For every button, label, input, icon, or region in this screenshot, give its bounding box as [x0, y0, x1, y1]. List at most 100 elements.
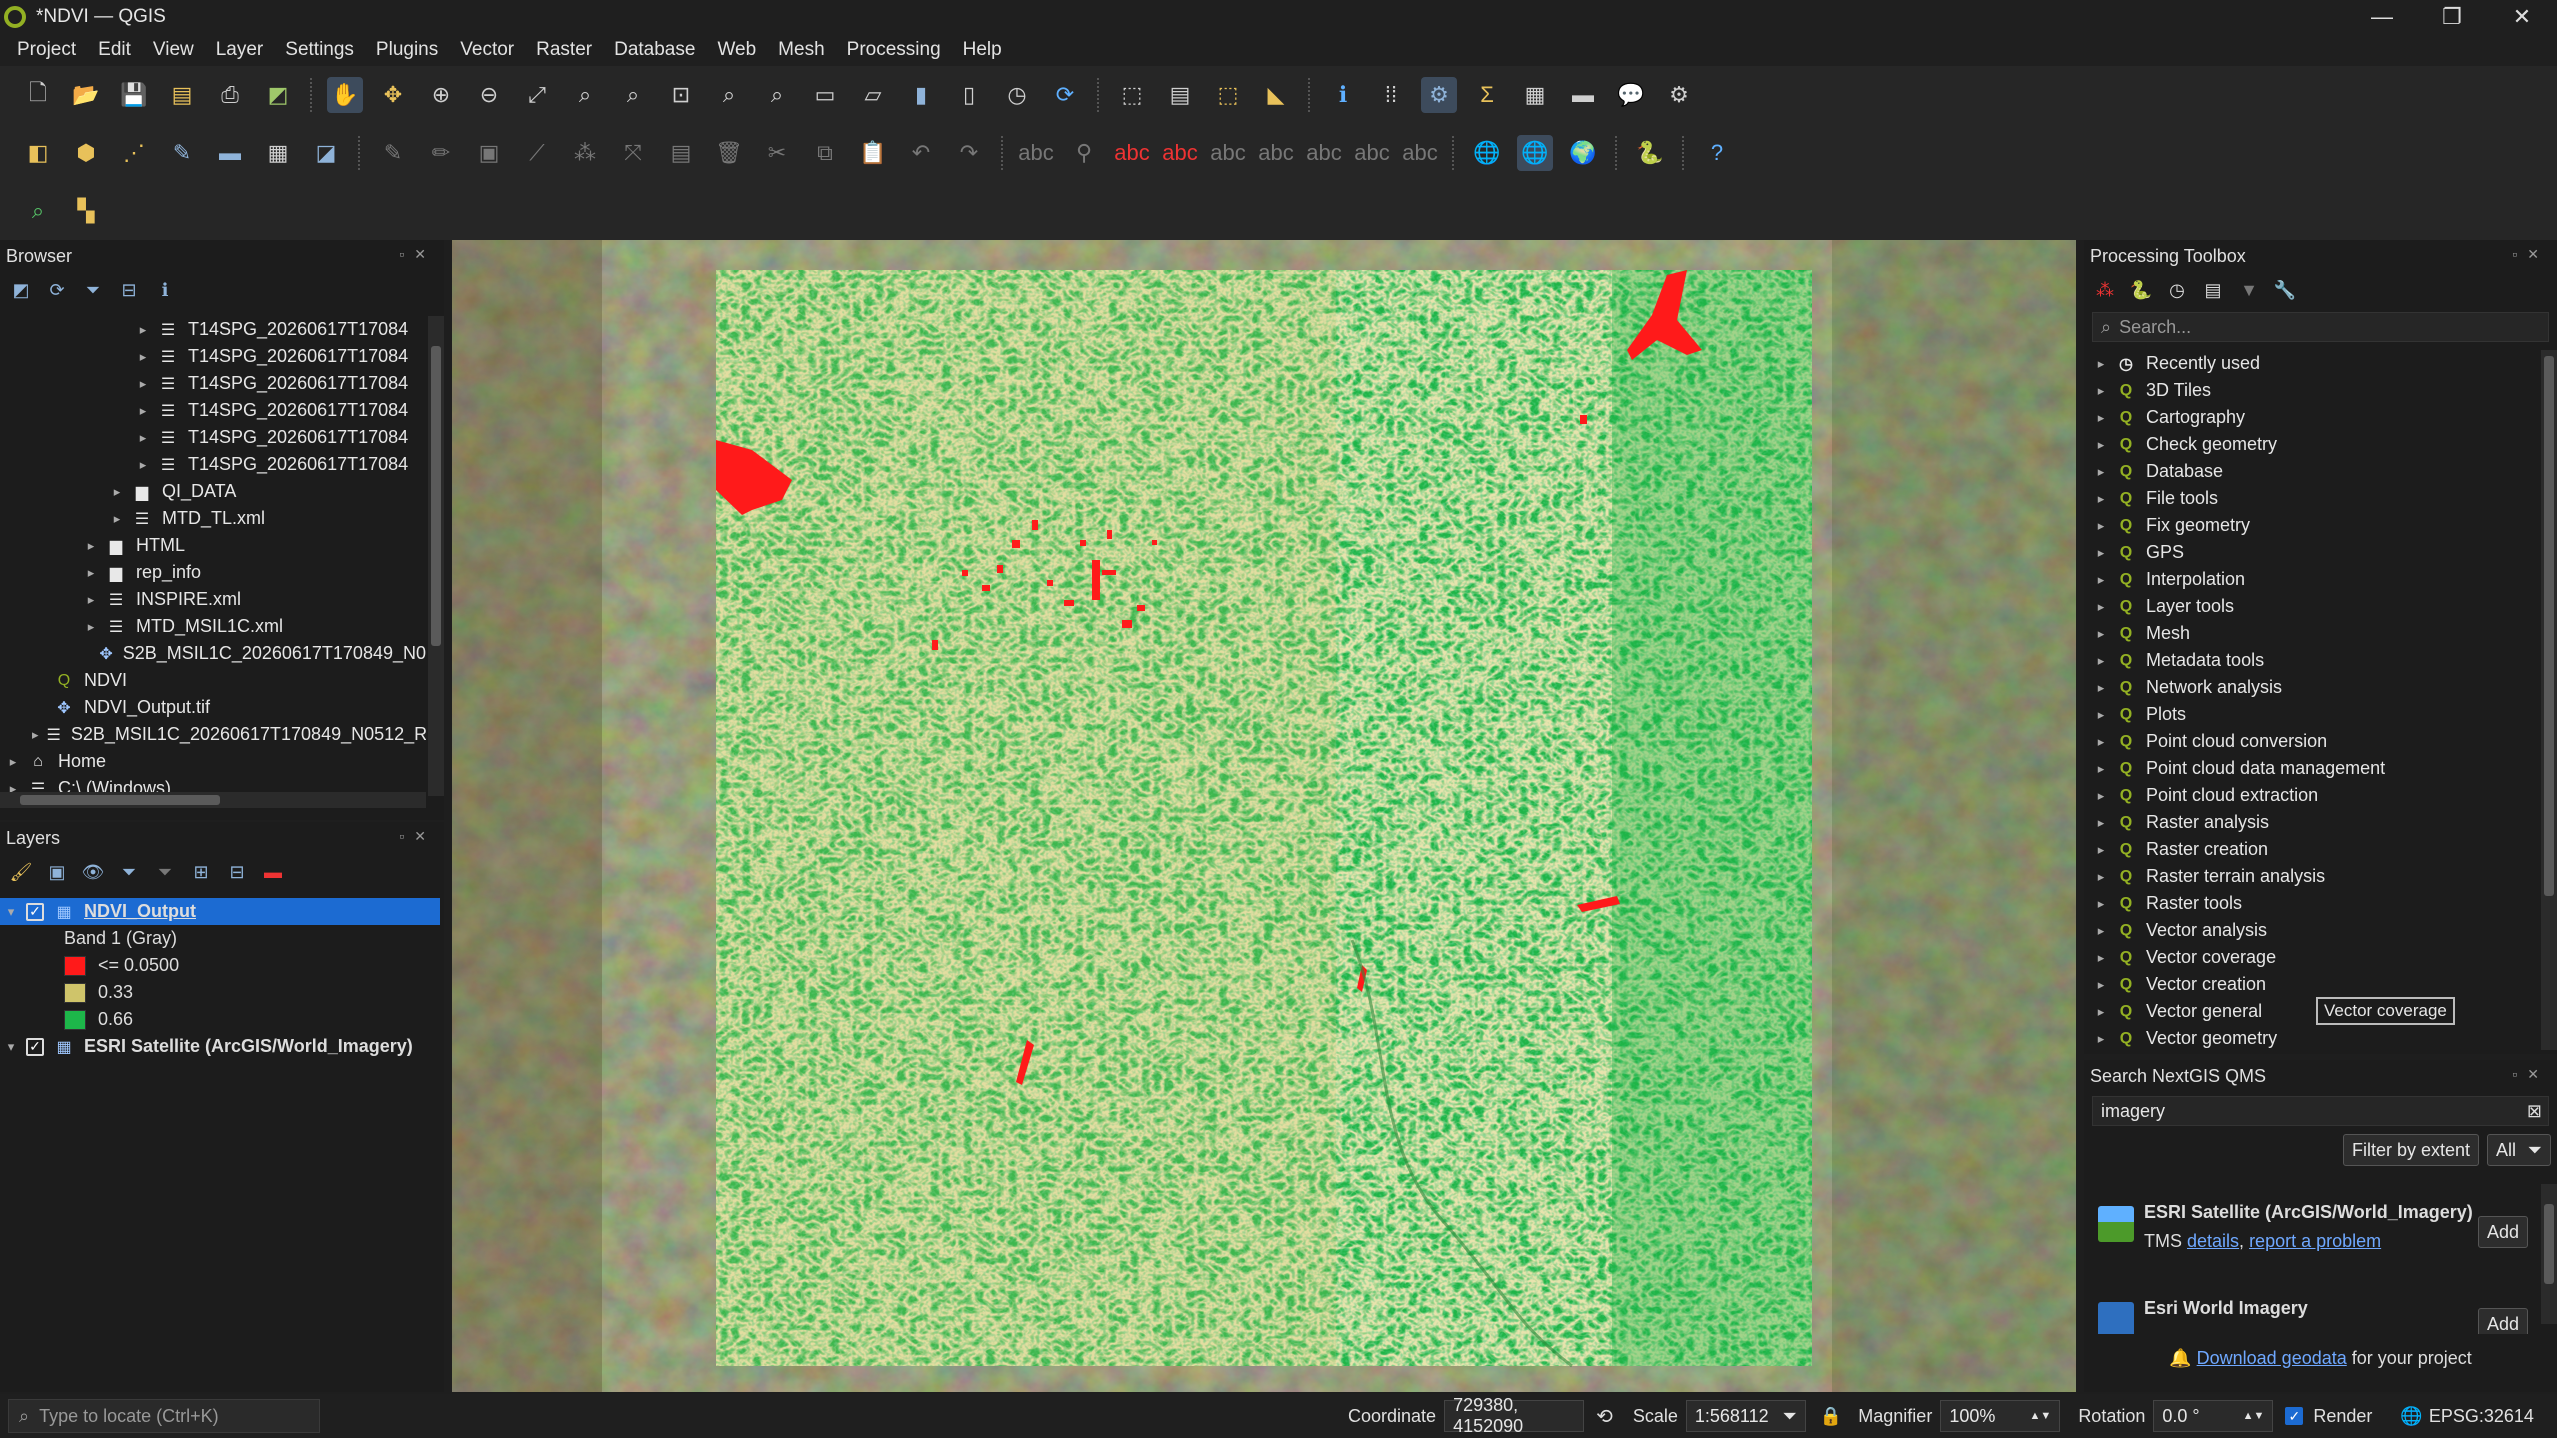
- settings-gear-icon[interactable]: ⚙: [1421, 77, 1457, 113]
- expand-arrow-icon[interactable]: ▸: [2094, 1031, 2108, 1047]
- browser-scrollbar[interactable]: [428, 316, 444, 796]
- qms-search-icon[interactable]: 🌍: [1565, 135, 1601, 171]
- toolbox-group[interactable]: ▸ Q GPS: [2084, 539, 2539, 566]
- new-bookmark-icon[interactable]: ▮: [903, 77, 939, 113]
- expand-arrow-icon[interactable]: ▸: [84, 592, 98, 608]
- report-problem-link[interactable]: report a problem: [2249, 1231, 2381, 1251]
- all-select[interactable]: All ⏷: [2487, 1134, 2551, 1166]
- toolbox-group[interactable]: ▸ Q Database: [2084, 458, 2539, 485]
- browser-item[interactable]: ▸ ☰ T14SPG_20260617T17084: [0, 316, 426, 343]
- options-icon[interactable]: 🔧: [2272, 277, 2298, 303]
- actions-icon[interactable]: ⚙: [1661, 77, 1697, 113]
- expand-arrow-icon[interactable]: ▸: [2094, 788, 2108, 804]
- browser-item[interactable]: Q NDVI: [0, 667, 426, 694]
- expand-arrow-icon[interactable]: ▸: [2094, 842, 2108, 858]
- add-esri-satellite-button[interactable]: Add: [2477, 1216, 2528, 1248]
- coordinate-field[interactable]: 729380, 4152090: [1444, 1395, 1585, 1436]
- toolbox-group[interactable]: ▸ Q Vector coverage: [2084, 944, 2539, 971]
- details-link[interactable]: details: [2187, 1231, 2239, 1251]
- layer-esri-satellite[interactable]: ▾ ✓ ▦ ESRI Satellite (ArcGIS/World_Image…: [0, 1033, 440, 1060]
- new-spatialite-icon[interactable]: ✎: [164, 135, 200, 171]
- menu-project[interactable]: Project: [6, 39, 87, 61]
- toolbox-group[interactable]: ▸ Q Metadata tools: [2084, 647, 2539, 674]
- save-project-icon[interactable]: 💾: [116, 77, 152, 113]
- browser-item[interactable]: ▸ ☰ S2B_MSIL1C_20260617T170849_N0512_R: [0, 721, 426, 748]
- toolbox-group[interactable]: ▸ Q Fix geometry: [2084, 512, 2539, 539]
- toolbox-group[interactable]: ▸ Q Vector analysis: [2084, 917, 2539, 944]
- python-scripts-icon[interactable]: 🐍: [2128, 277, 2154, 303]
- collapse-all-icon[interactable]: ⊟: [116, 277, 142, 303]
- expand-arrow-icon[interactable]: ▸: [2094, 1004, 2108, 1020]
- zoom-selection-icon[interactable]: ⌕: [567, 77, 603, 113]
- identify-icon[interactable]: ℹ: [1325, 77, 1361, 113]
- measure-icon[interactable]: ▬: [1565, 77, 1601, 113]
- browser-item[interactable]: ▸ ☰ T14SPG_20260617T17084: [0, 370, 426, 397]
- layer-labeling-icon[interactable]: abc: [1114, 135, 1150, 171]
- expand-arrow-icon[interactable]: ▸: [2094, 977, 2108, 993]
- close-button[interactable]: ✕: [2487, 0, 2557, 34]
- highlight-labels-icon[interactable]: abc: [1210, 135, 1246, 171]
- expand-arrow-icon[interactable]: ▸: [2094, 707, 2108, 723]
- add-group-icon[interactable]: ▣: [44, 859, 70, 885]
- browser-item[interactable]: ▸ ☰ T14SPG_20260617T17084: [0, 451, 426, 478]
- layer-styling-icon[interactable]: 🖌: [8, 859, 34, 885]
- expand-arrow-icon[interactable]: ▸: [110, 484, 124, 500]
- manage-visibility-icon[interactable]: 👁: [80, 859, 106, 885]
- scale-field[interactable]: 1:568112 ⏷: [1685, 1400, 1806, 1432]
- expand-arrow-icon[interactable]: ▸: [2094, 950, 2108, 966]
- collapse-all-layers-icon[interactable]: ⊟: [224, 859, 250, 885]
- label-tool-icon[interactable]: abc: [1018, 135, 1054, 171]
- edit-pencil-icon[interactable]: ✎: [375, 135, 411, 171]
- expand-arrow-icon[interactable]: ▸: [2094, 896, 2108, 912]
- browser-item[interactable]: ▸ ☰ T14SPG_20260617T17084: [0, 424, 426, 451]
- panel-controls-icon[interactable]: ▫✕: [399, 246, 436, 263]
- zoom-layer-icon[interactable]: ⌕: [615, 77, 651, 113]
- digitize-icon[interactable]: ⟋: [519, 135, 555, 171]
- toolbox-group[interactable]: ▸ Q Vector geometry: [2084, 1025, 2539, 1050]
- panel-controls-icon[interactable]: ▫✕: [399, 828, 436, 845]
- browser-item[interactable]: ▸ ☰ MTD_MSIL1C.xml: [0, 613, 426, 640]
- zoom-native-icon[interactable]: ⊡: [663, 77, 699, 113]
- open-project-icon[interactable]: 📂: [68, 77, 104, 113]
- results-viewer-icon[interactable]: ▤: [2200, 277, 2226, 303]
- delete-selected-icon[interactable]: 🗑: [711, 135, 747, 171]
- history-icon[interactable]: ◷: [2164, 277, 2190, 303]
- toolbox-group[interactable]: ▸ Q Vector creation: [2084, 971, 2539, 998]
- render-checkbox[interactable]: ✓: [2285, 1407, 2304, 1425]
- new-virtual-layer-icon[interactable]: ▦: [260, 135, 296, 171]
- menu-help[interactable]: Help: [952, 39, 1013, 61]
- maximize-button[interactable]: ❐: [2417, 0, 2487, 34]
- toggle-editing-icon[interactable]: ✏: [423, 135, 459, 171]
- layer-ndvi-checkbox[interactable]: ✓: [26, 902, 44, 921]
- menu-layer[interactable]: Layer: [205, 39, 275, 61]
- menu-processing[interactable]: Processing: [836, 39, 952, 61]
- toolbox-group[interactable]: ▸ Q Check geometry: [2084, 431, 2539, 458]
- toolbox-group[interactable]: ▸ Q Network analysis: [2084, 674, 2539, 701]
- filter-browser-icon[interactable]: ⏷: [80, 277, 106, 303]
- data-source-manager-icon[interactable]: ◧: [20, 135, 56, 171]
- pin-labels-icon[interactable]: ⚲: [1066, 135, 1102, 171]
- expand-all-icon[interactable]: ⊞: [188, 859, 214, 885]
- toolbox-group[interactable]: ▸ Q Point cloud conversion: [2084, 728, 2539, 755]
- select-features-icon[interactable]: ⬚: [1114, 77, 1150, 113]
- pan-icon[interactable]: ✋: [327, 77, 363, 113]
- expand-arrow-icon[interactable]: ▸: [2094, 680, 2108, 696]
- modify-attributes-icon[interactable]: ▤: [663, 135, 699, 171]
- select-location-icon[interactable]: ◣: [1258, 77, 1294, 113]
- help-icon[interactable]: ?: [1699, 135, 1735, 171]
- toolbox-scrollbar[interactable]: [2541, 350, 2557, 1050]
- new-temp-layer-icon[interactable]: ▬: [212, 135, 248, 171]
- expand-arrow-icon[interactable]: ▸: [2094, 383, 2108, 399]
- pan-to-selection-icon[interactable]: ✥: [375, 77, 411, 113]
- browser-item[interactable]: ▸ ☰ T14SPG_20260617T17084: [0, 397, 426, 424]
- paste-icon[interactable]: 📋: [855, 135, 891, 171]
- edit-features-inplace-icon[interactable]: ▼: [2236, 277, 2262, 303]
- toolbox-group[interactable]: ▸ Q Vector general: [2084, 998, 2539, 1025]
- plugin-map-icon[interactable]: ▚: [68, 193, 104, 229]
- menu-edit[interactable]: Edit: [87, 39, 142, 61]
- toolbox-group[interactable]: ▸ Q Raster creation: [2084, 836, 2539, 863]
- menu-vector[interactable]: Vector: [449, 39, 525, 61]
- layer-diagram-icon[interactable]: abc: [1162, 135, 1198, 171]
- crs-globe-icon[interactable]: 🌐: [2400, 1406, 2422, 1427]
- attribute-table-icon[interactable]: ⁞⁞: [1373, 77, 1409, 113]
